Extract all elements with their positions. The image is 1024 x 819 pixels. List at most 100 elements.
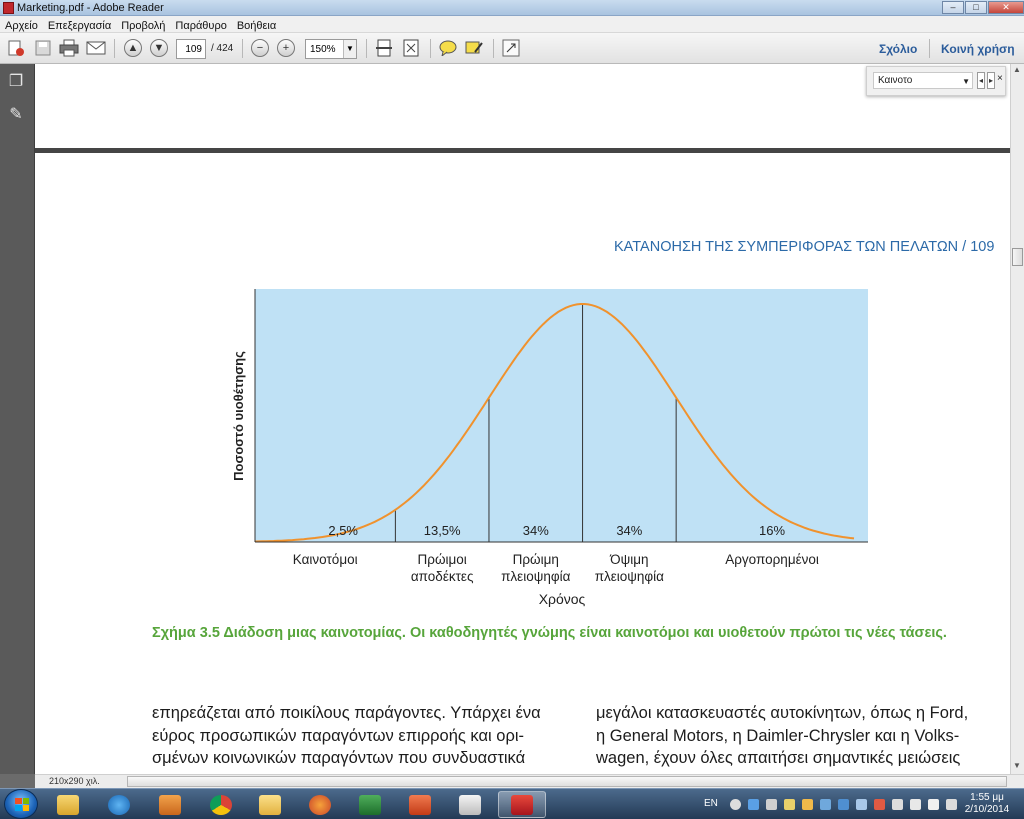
taskbar-powerpoint-icon[interactable]	[396, 791, 444, 818]
segment-category-label: Πρώιμη	[513, 552, 559, 567]
page-total: / 424	[211, 43, 234, 54]
find-input[interactable]: Καινοτο ▼	[873, 72, 973, 89]
zoom-out-icon[interactable]: −	[251, 39, 269, 57]
taskbar-excel-icon[interactable]	[346, 791, 394, 818]
pages-icon[interactable]: ❐	[6, 71, 26, 93]
taskbar-document-icon[interactable]	[446, 791, 494, 818]
minimize-button[interactable]: –	[942, 1, 964, 14]
zoom-select[interactable]: 150% ▼	[305, 39, 357, 59]
taskbar-adobe-reader-icon[interactable]	[498, 791, 546, 818]
find-next-icon[interactable]: ▸	[987, 72, 995, 89]
page-border	[35, 148, 1010, 153]
vertical-scrollbar[interactable]: ▲ ▼	[1010, 64, 1024, 774]
find-close-icon[interactable]: ×	[997, 73, 1003, 84]
taskbar-media-icon[interactable]	[146, 791, 194, 818]
menu-file[interactable]: Αρχείο	[0, 18, 43, 32]
body-line: wagen, έχουν όλες απαιτήσει σημαντικές μ…	[596, 749, 961, 767]
toolbar-separator	[366, 39, 367, 58]
taskbar: EN 1:55 μμ 2/10/2014	[0, 788, 1024, 819]
scroll-up-icon[interactable]: ▲	[1013, 65, 1021, 74]
previous-page-icon[interactable]: ▲	[124, 39, 142, 57]
tray-app-icon[interactable]	[856, 799, 867, 810]
menu-view[interactable]: Προβολή	[116, 18, 170, 32]
figure-caption: Σχήμα 3.5 Διάδοση μιας καινοτομίας. Οι κ…	[152, 625, 947, 641]
scroll-down-icon[interactable]: ▼	[1013, 761, 1021, 770]
body-line: η General Motors, η Daimler-Chrysler και…	[596, 726, 960, 745]
tray-app-icon[interactable]	[766, 799, 777, 810]
maximize-button[interactable]: □	[965, 1, 987, 14]
tray-app-icon[interactable]	[892, 799, 903, 810]
tray-network-icon[interactable]	[910, 799, 921, 810]
chevron-down-icon[interactable]: ▼	[962, 74, 970, 89]
title-bar: Marketing.pdf - Adobe Reader – □ ✕	[0, 0, 1024, 16]
system-tray: EN 1:55 μμ 2/10/2014	[698, 789, 1024, 819]
adobe-reader-icon	[3, 2, 14, 14]
tray-mail-icon[interactable]	[784, 799, 795, 810]
body-column-left: επηρεάζεται από ποικίλους παράγοντες. Υπ…	[152, 702, 572, 770]
plot-area	[255, 289, 868, 542]
taskbar-mail-icon[interactable]	[246, 791, 294, 818]
chevron-down-icon[interactable]: ▼	[343, 40, 356, 58]
start-button[interactable]	[4, 789, 38, 819]
windows-logo-icon	[15, 798, 29, 811]
horizontal-scroll-thumb[interactable]	[127, 776, 1007, 787]
segment-category-label: Καινοτόμοι	[293, 552, 358, 567]
page-number-input[interactable]	[176, 39, 206, 59]
menu-help[interactable]: Βοήθεια	[232, 18, 281, 32]
tray-volume-icon[interactable]	[928, 799, 939, 810]
share-link[interactable]: Κοινή χρήση	[941, 42, 1015, 56]
create-pdf-icon[interactable]	[6, 38, 26, 58]
taskbar-explorer-icon[interactable]	[44, 791, 92, 818]
body-line: εύρος προσωπικών παραγόντων επιρροής και…	[152, 726, 524, 745]
fit-page-icon[interactable]	[401, 38, 421, 58]
body-line: επηρεάζεται από ποικίλους παράγοντες. Υπ…	[152, 704, 541, 722]
attachment-icon[interactable]: ✎	[6, 104, 26, 126]
toolbar-separator	[493, 39, 494, 58]
tray-dropbox-icon[interactable]	[748, 799, 759, 810]
email-icon[interactable]	[86, 38, 106, 58]
segment-category-label: πλειοψηφία	[595, 569, 664, 584]
toolbar: ▲ ▼ / 424 − + 150% ▼ Σχόλιο Κοινή χρήση	[0, 33, 1024, 64]
comment-link[interactable]: Σχόλιο	[879, 42, 917, 56]
toolbar-separator	[929, 39, 930, 58]
print-icon[interactable]	[59, 38, 79, 58]
tray-app-icon[interactable]	[730, 799, 741, 810]
zoom-in-icon[interactable]: +	[277, 39, 295, 57]
tray-flag-icon[interactable]	[874, 799, 885, 810]
segment-category-label: Πρώιμοι	[418, 552, 467, 567]
taskbar-ie-icon[interactable]	[95, 791, 143, 818]
segment-percentage-label: 34%	[616, 523, 642, 538]
segment-percentage-label: 34%	[523, 523, 549, 538]
tray-app-icon[interactable]	[946, 799, 957, 810]
clock[interactable]: 1:55 μμ 2/10/2014	[962, 792, 1012, 816]
tray-app-icon[interactable]	[802, 799, 813, 810]
scroll-thumb[interactable]	[1012, 248, 1023, 266]
y-axis-label: Ποσοστό υιοθέτησης	[231, 351, 246, 481]
tray-app-icon[interactable]	[820, 799, 831, 810]
find-value: Καινοτο	[878, 75, 913, 86]
body-line: σμένων κοινωνικών παραγόντων που συνδυασ…	[152, 749, 526, 767]
document-view[interactable]: ΚΑΤΑΝΟΗΣΗ ΤΗΣ ΣΥΜΠΕΡΙΦΟΡΑΣ ΤΩΝ ΠΕΛΑΤΩΝ /…	[35, 64, 1010, 774]
next-page-icon[interactable]: ▼	[150, 39, 168, 57]
find-toolbar: Καινοτο ▼ ◂ ▸ ×	[866, 66, 1006, 96]
comment-bubble-icon[interactable]	[438, 38, 458, 58]
running-head: ΚΑΤΑΝΟΗΣΗ ΤΗΣ ΣΥΜΠΕΡΙΦΟΡΑΣ ΤΩΝ ΠΕΛΑΤΩΝ /…	[614, 239, 995, 255]
tray-app-icon[interactable]	[838, 799, 849, 810]
taskbar-firefox-icon[interactable]	[296, 791, 344, 818]
taskbar-chrome-icon[interactable]	[197, 791, 245, 818]
expand-icon[interactable]	[501, 38, 521, 58]
horizontal-scrollbar[interactable]	[127, 776, 1007, 787]
navigation-pane: ❐ ✎	[0, 64, 35, 774]
close-button[interactable]: ✕	[988, 1, 1024, 14]
window-title: Marketing.pdf - Adobe Reader	[17, 2, 164, 14]
segment-category-label: αποδέκτες	[411, 569, 474, 584]
menu-window[interactable]: Παράθυρο	[170, 18, 231, 32]
save-icon[interactable]	[33, 38, 53, 58]
language-indicator[interactable]: EN	[704, 798, 718, 809]
body-line: μεγάλοι κατασκευαστές αυτοκίνητων, όπως …	[596, 704, 969, 722]
find-previous-icon[interactable]: ◂	[977, 72, 985, 89]
segment-category-label: Αργοπορημένοι	[725, 552, 819, 567]
highlight-icon[interactable]	[464, 38, 484, 58]
scroll-mode-icon[interactable]	[374, 38, 394, 58]
menu-edit[interactable]: Επεξεργασία	[43, 18, 116, 32]
